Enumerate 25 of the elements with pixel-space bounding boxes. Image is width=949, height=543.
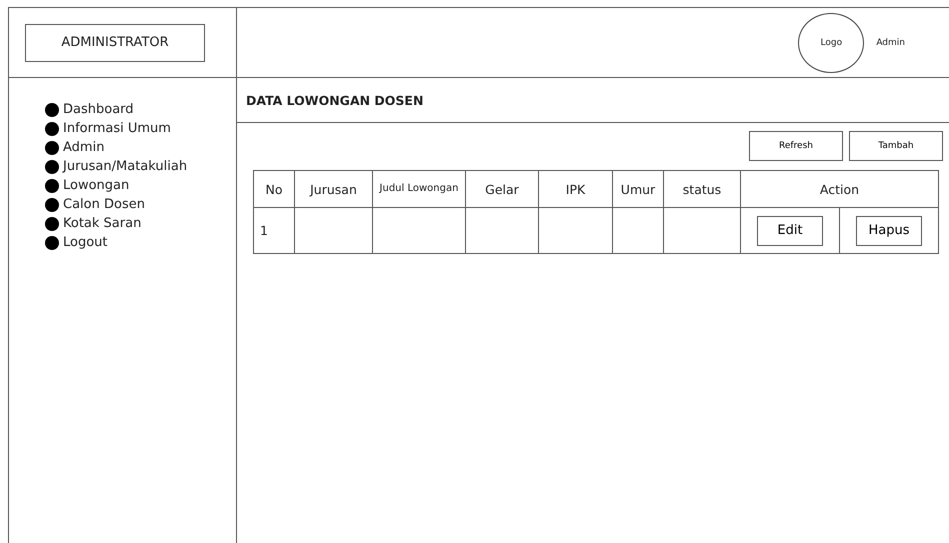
sidebar-item[interactable]: Informasi Umum bbox=[45, 121, 236, 136]
brand-label: ADMINISTRATOR bbox=[25, 24, 205, 62]
sidebar-item[interactable]: Dashboard bbox=[45, 102, 236, 117]
column-header: Gelar bbox=[466, 170, 538, 208]
toolbar-button[interactable]: Refresh bbox=[749, 131, 843, 161]
user-name: Admin bbox=[876, 38, 905, 48]
sidebar-item[interactable]: Admin bbox=[45, 140, 236, 155]
sidebar-item[interactable]: Lowongan bbox=[45, 178, 236, 193]
row-action-button[interactable]: Edit bbox=[757, 216, 823, 246]
row-action-button[interactable]: Hapus bbox=[856, 216, 922, 246]
sidebar-item[interactable]: Jurusan/Matakuliah bbox=[45, 159, 236, 174]
column-header: Action bbox=[740, 170, 938, 208]
column-header: status bbox=[664, 170, 740, 208]
sidebar-item[interactable]: Logout bbox=[45, 235, 236, 250]
column-header: IPK bbox=[538, 170, 612, 208]
column-header: No bbox=[254, 170, 294, 208]
column-header: Jurusan bbox=[294, 170, 372, 208]
sidebar-item[interactable]: Calon Dosen bbox=[45, 197, 236, 212]
sidebar-item[interactable]: Kotak Saran bbox=[45, 216, 236, 231]
page-title: DATA LOWONGAN DOSEN bbox=[246, 92, 424, 108]
column-header: Judul Lowongan bbox=[372, 170, 466, 208]
toolbar-button[interactable]: Tambah bbox=[849, 131, 943, 161]
table-cell: 1 bbox=[254, 208, 294, 254]
column-header: Umur bbox=[612, 170, 664, 208]
logo-circle: Logo bbox=[798, 12, 864, 72]
